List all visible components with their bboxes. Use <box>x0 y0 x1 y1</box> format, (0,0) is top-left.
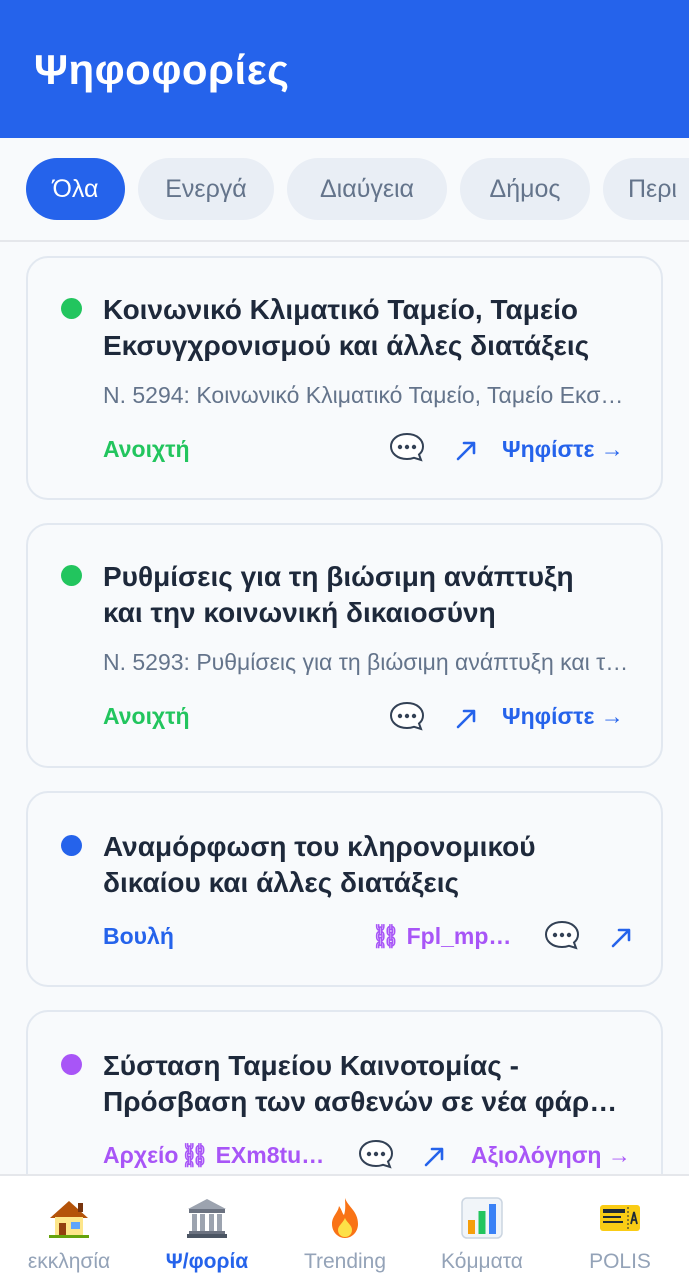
nav-item-votes[interactable]: Ψ/φορία <box>138 1176 276 1280</box>
nav-item-ekklisia[interactable]: εκκλησία <box>0 1176 138 1280</box>
card-title-line: Ρυθμίσεις για τη βιώσιμη ανάπτυξη <box>103 561 574 592</box>
card-title-line: και την κοινωνική δικαιοσύνη <box>103 597 496 628</box>
votes-feed[interactable]: Κοινωνικό Κλιματικό Ταμείο, Ταμείο Εκσυγ… <box>0 242 689 1174</box>
app-header: Ψηφοφορίες <box>0 0 689 138</box>
card-subtitle: Ν. 5294: Κοινωνικό Κλιματικό Ταμείο, Ταμ… <box>103 382 633 408</box>
comment-icon[interactable] <box>544 920 580 950</box>
filter-chip-active[interactable]: Ενεργά <box>138 158 274 220</box>
vote-button[interactable]: Ψηφίστε → <box>502 703 624 730</box>
card-title-line: δικαίου και άλλες διατάξεις <box>103 867 460 898</box>
document-link[interactable]: ⛓ EXm8tui2... <box>180 1142 330 1169</box>
vote-card[interactable]: Κοινωνικό Κλιματικό Ταμείο, Ταμείο Εκσυγ… <box>26 256 663 500</box>
nav-label: POLIS <box>589 1250 651 1273</box>
bottom-navigation: εκκλησία Ψ/φορία Trending Κόμματα POLIS <box>0 1174 689 1280</box>
page-title: Ψηφοφορίες <box>34 46 290 93</box>
filter-chip-diavgeia[interactable]: Διαύγεια <box>287 158 447 220</box>
archive-badge: Αρχείο <box>103 1142 179 1168</box>
filter-chip-municipality[interactable]: Δήμος <box>460 158 590 220</box>
share-arrow-icon[interactable] <box>455 440 477 462</box>
nav-label: Κόμματα <box>441 1250 523 1273</box>
card-title-line: Κοινωνικό Κλιματικό Ταμείο, Ταμείο <box>103 294 579 325</box>
ticket-icon <box>600 1205 640 1231</box>
card-title-line: Αναμόρφωση του κληρονομικού <box>103 831 536 862</box>
fire-icon <box>332 1198 358 1238</box>
card-subtitle: Ν. 5293: Ρυθμίσεις για τη βιώσιμη ανάπτυ… <box>103 649 633 675</box>
card-title-line: Σύσταση Ταμείου Καινοτομίας - <box>103 1050 519 1081</box>
nav-label: εκκλησία <box>27 1250 111 1273</box>
filter-chip-all[interactable]: Όλα <box>26 158 125 220</box>
vote-card[interactable]: Σύσταση Ταμείου Καινοτομίας - Πρόσβαση τ… <box>26 1010 663 1174</box>
share-arrow-icon[interactable] <box>455 708 477 730</box>
share-arrow-icon[interactable] <box>423 1146 445 1168</box>
comment-icon[interactable] <box>358 1139 394 1169</box>
nav-label: Trending <box>303 1250 387 1273</box>
card-title-line: Πρόσβαση των ασθενών σε νέα φάρμακα <box>103 1086 633 1117</box>
bar-chart-icon <box>461 1197 503 1239</box>
comment-icon[interactable] <box>389 701 425 731</box>
filter-chips-bar[interactable]: Όλα Ενεργά Διαύγεια Δήμος Περι <box>0 138 689 242</box>
vote-card[interactable]: Αναμόρφωση του κληρονομικού δικαίου και … <box>26 791 663 987</box>
document-link[interactable]: ⛓ Fpl_mpaF... <box>371 923 521 950</box>
nav-item-parties[interactable]: Κόμματα <box>413 1176 551 1280</box>
status-badge: Ανοιχτή <box>103 436 190 462</box>
nav-item-trending[interactable]: Trending <box>276 1176 414 1280</box>
status-dot <box>61 298 82 319</box>
parliament-building-icon <box>187 1199 227 1238</box>
nav-item-polis[interactable]: POLIS <box>551 1176 689 1280</box>
house-icon <box>49 1201 89 1238</box>
filter-chip-region[interactable]: Περι <box>603 158 689 220</box>
source-badge: Βουλή <box>103 923 174 949</box>
status-badge: Ανοιχτή <box>103 703 190 729</box>
vote-button[interactable]: Ψηφίστε → <box>502 436 624 463</box>
card-title-line: Εκσυγχρονισμού και άλλες διατάξεις <box>103 330 590 361</box>
status-dot <box>61 565 82 586</box>
evaluate-button[interactable]: Αξιολόγηση → <box>471 1142 631 1169</box>
status-dot <box>61 1054 82 1075</box>
share-arrow-icon[interactable] <box>610 927 632 949</box>
vote-card[interactable]: Ρυθμίσεις για τη βιώσιμη ανάπτυξη και τη… <box>26 523 663 768</box>
comment-icon[interactable] <box>389 432 425 462</box>
nav-label: Ψ/φορία <box>165 1250 249 1273</box>
status-dot <box>61 835 82 856</box>
